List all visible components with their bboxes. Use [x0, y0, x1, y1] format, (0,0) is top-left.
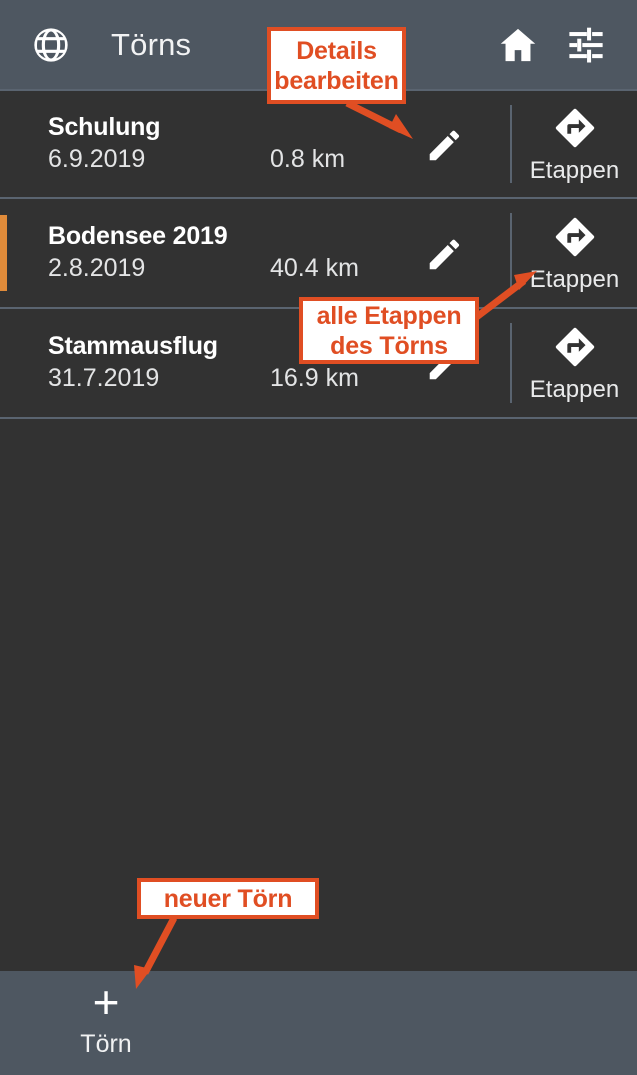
- row-title: Stammausflug: [48, 332, 218, 360]
- bottom-add-button[interactable]: + Törn: [60, 979, 152, 1059]
- directions-icon: [552, 324, 598, 375]
- row-distance: 40.4 km: [270, 254, 359, 282]
- row-text-block: Schulung 6.9.2019 0.8 km: [48, 112, 478, 176]
- bottom-bar: + Törn: [0, 971, 637, 1075]
- directions-icon: [552, 105, 598, 156]
- annotation-callout-new: neuer Törn: [137, 878, 319, 919]
- row-subtitle: 6.9.2019 0.8 km: [48, 142, 478, 176]
- row-distance: 0.8 km: [270, 145, 346, 173]
- pencil-icon[interactable]: [420, 227, 472, 279]
- annotation-line-1: neuer Törn: [163, 884, 293, 913]
- table-row[interactable]: Schulung 6.9.2019 0.8 km Etappen: [0, 89, 637, 199]
- row-stages-label: Etappen: [529, 265, 620, 293]
- plus-icon: +: [92, 976, 120, 1028]
- row-content-stammausflug[interactable]: Stammausflug 31.7.2019 16.9 km: [0, 309, 510, 417]
- row-subtitle: 2.8.2019 40.4 km: [48, 251, 478, 285]
- bottom-add-label: Törn: [80, 1030, 132, 1058]
- home-icon[interactable]: [489, 16, 547, 74]
- tune-icon[interactable]: [557, 16, 615, 74]
- row-date: 6.9.2019: [48, 145, 146, 173]
- row-text-block: Bodensee 2019 2.8.2019 40.4 km: [48, 221, 478, 285]
- row-stages-label: Etappen: [529, 156, 620, 184]
- row-title: Bodensee 2019: [48, 222, 228, 250]
- table-row[interactable]: Stammausflug 31.7.2019 16.9 km Etappen: [0, 309, 637, 419]
- row-text-block: Stammausflug 31.7.2019 16.9 km: [48, 331, 478, 395]
- row-stages-button[interactable]: Etappen: [512, 199, 637, 307]
- table-row[interactable]: Bodensee 2019 2.8.2019 40.4 km Etappen: [0, 199, 637, 309]
- app-screen: Törns Schulung 6.9.2019 0.8 km Etappen B…: [0, 0, 637, 1075]
- row-date: 2.8.2019: [48, 254, 146, 282]
- row-content-bodensee[interactable]: Bodensee 2019 2.8.2019 40.4 km: [0, 199, 510, 307]
- row-date: 31.7.2019: [48, 364, 160, 392]
- app-header: Törns: [0, 0, 637, 89]
- row-stages-button[interactable]: Etappen: [512, 91, 637, 197]
- row-subtitle: 31.7.2019 16.9 km: [48, 361, 478, 395]
- page-title: Törns: [111, 26, 192, 62]
- row-stages-label: Etappen: [529, 375, 620, 403]
- globe-icon[interactable]: [22, 16, 80, 74]
- row-stages-button[interactable]: Etappen: [512, 309, 637, 417]
- pencil-icon[interactable]: [420, 118, 472, 170]
- pencil-icon[interactable]: [420, 337, 472, 389]
- directions-icon: [552, 214, 598, 265]
- row-distance: 16.9 km: [270, 364, 359, 392]
- toern-list: Schulung 6.9.2019 0.8 km Etappen Bodense…: [0, 89, 637, 419]
- row-title: Schulung: [48, 113, 161, 141]
- row-content-schulung[interactable]: Schulung 6.9.2019 0.8 km: [0, 91, 510, 197]
